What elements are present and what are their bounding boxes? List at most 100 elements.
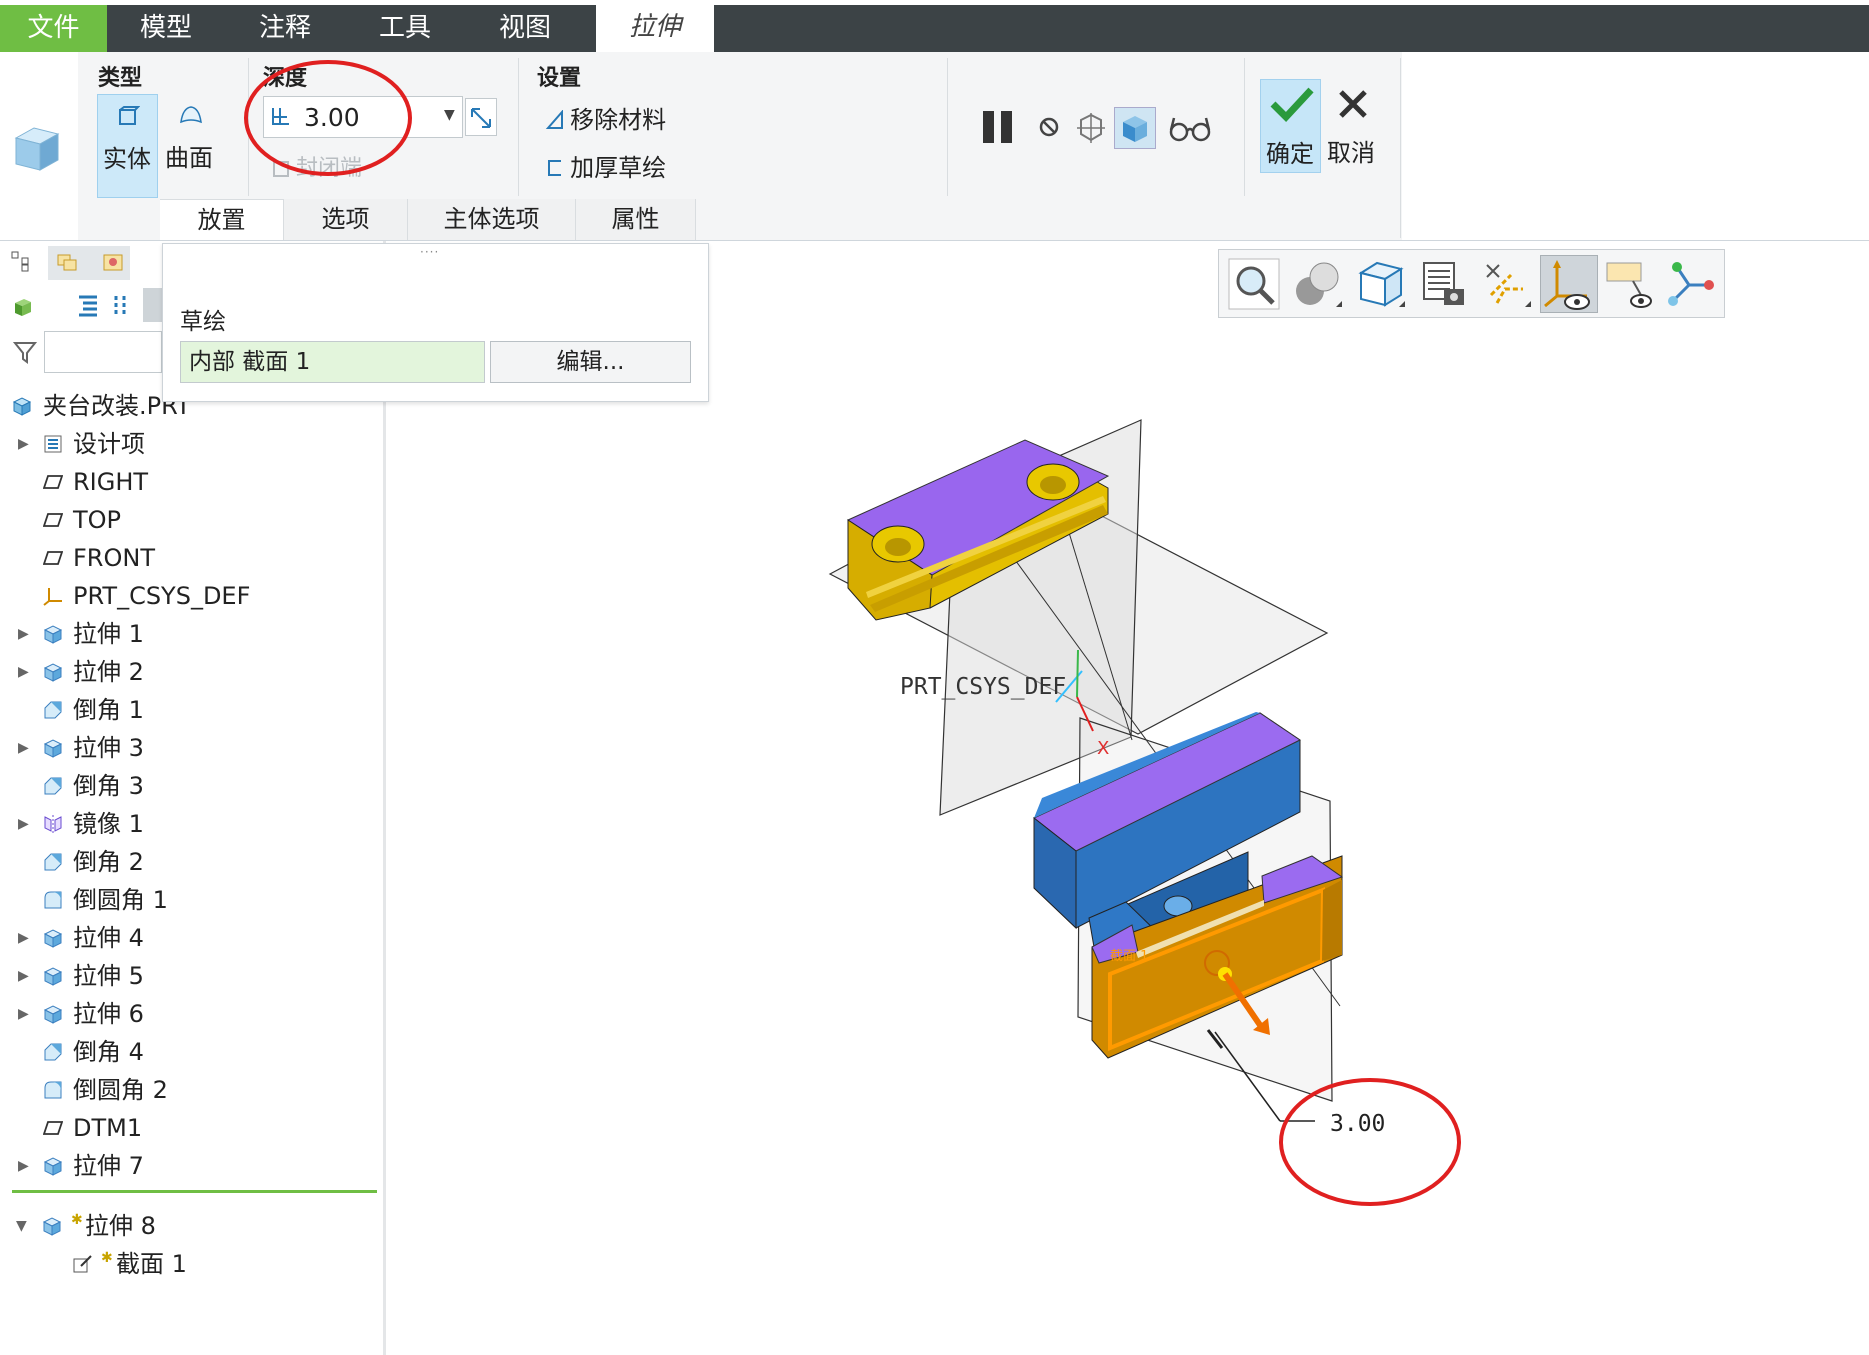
tree-item--4[interactable]: ▶ 拉伸 4: [0, 920, 380, 956]
tab-annotate[interactable]: 注释: [225, 5, 345, 52]
tab-properties[interactable]: 属性: [576, 199, 696, 240]
thicken-sketch-icon: [548, 160, 561, 176]
tree-settings-icon[interactable]: [76, 293, 100, 317]
depth-dimension-label[interactable]: 3.00: [1330, 1111, 1385, 1137]
model-tree-tab-icon[interactable]: [10, 250, 32, 272]
chamfer-icon: [44, 777, 62, 795]
remove-material-option[interactable]: 移除材料: [545, 100, 666, 135]
filter-icon[interactable]: [12, 339, 38, 365]
tree-item--1[interactable]: ▶ 镜像 1: [0, 806, 380, 842]
extrude-icon: [43, 1157, 63, 1176]
pause-button[interactable]: [980, 109, 1016, 145]
tree-item-section[interactable]: ✱ 截面 1: [0, 1246, 380, 1282]
graphics-viewport[interactable]: PRT_CSYS_DEF X 截面 1 3.00: [389, 241, 1869, 1355]
tree-item--2[interactable]: 倒圆角 2: [0, 1072, 380, 1108]
expand-arrow-icon[interactable]: ▶: [18, 1148, 32, 1184]
cube-icon: [1358, 261, 1405, 307]
datum-display-filters-button[interactable]: [1477, 255, 1535, 313]
no-preview-icon: [1039, 117, 1059, 137]
expand-arrow-icon[interactable]: ▶: [18, 616, 32, 652]
edit-sketch-button[interactable]: 编辑...: [490, 341, 691, 383]
csys-display-button[interactable]: [1540, 255, 1598, 313]
folder-browser-icon[interactable]: [55, 250, 79, 274]
settings-group-title: 设置: [537, 66, 582, 91]
expand-arrow-icon[interactable]: ▶: [18, 806, 32, 842]
flip-arrow-icon: [471, 108, 491, 128]
design-items-icon: [44, 435, 62, 453]
tree-item-label: 倒圆角 2: [73, 1076, 168, 1104]
thicken-sketch-option[interactable]: 加厚草绘: [545, 148, 666, 183]
glasses-icon: [1169, 117, 1211, 142]
chevron-down-icon[interactable]: ▼: [444, 107, 455, 123]
collapse-arrow-icon[interactable]: ▼: [16, 1208, 30, 1244]
solid-button[interactable]: 实体: [97, 94, 158, 198]
expand-arrow-icon[interactable]: ▶: [18, 654, 32, 690]
thicken-sketch-label: 加厚草绘: [570, 154, 667, 182]
tab-view[interactable]: 视图: [465, 5, 585, 52]
tree-item-front[interactable]: FRONT: [0, 540, 380, 576]
expand-arrow-icon[interactable]: ▶: [18, 958, 32, 994]
annotation-display-button[interactable]: [1603, 255, 1661, 313]
refit-view-button[interactable]: [1225, 255, 1283, 313]
tree-item--4[interactable]: 倒角 4: [0, 1034, 380, 1070]
tab-tools[interactable]: 工具: [345, 5, 465, 52]
verify-mode-button[interactable]: [1114, 107, 1156, 149]
saved-orientations-button[interactable]: [1351, 255, 1409, 313]
tab-body-options[interactable]: 主体选项: [408, 199, 576, 240]
spin-center-button[interactable]: [1663, 255, 1721, 313]
solid-icon: [119, 106, 140, 125]
extrude-icon: [43, 1005, 63, 1024]
tree-item--2[interactable]: 倒角 2: [0, 844, 380, 880]
tree-layout-icon[interactable]: [143, 288, 163, 322]
tree-item-label: 拉伸 2: [73, 658, 144, 686]
tree-columns-icon[interactable]: [113, 293, 129, 317]
expand-arrow-icon[interactable]: ▶: [18, 996, 32, 1032]
tree-item--6[interactable]: ▶ 拉伸 6: [0, 996, 380, 1032]
tree-item--1[interactable]: ▶ 拉伸 1: [0, 616, 380, 652]
tree-item--1[interactable]: 倒角 1: [0, 692, 380, 728]
verify-preview-icon: [1123, 116, 1147, 142]
view-manager-button[interactable]: [1414, 255, 1472, 313]
favorites-icon[interactable]: [101, 250, 125, 274]
panel-grip[interactable]: ····: [420, 245, 439, 259]
expand-arrow-icon[interactable]: ▶: [18, 426, 32, 462]
cancel-button[interactable]: 取消: [1322, 79, 1383, 173]
tree-item--3[interactable]: 倒角 3: [0, 768, 380, 804]
expand-arrow-icon[interactable]: ▶: [18, 920, 32, 956]
tab-file[interactable]: 文件: [0, 5, 107, 52]
tab-model[interactable]: 模型: [107, 5, 225, 52]
confirm-button[interactable]: 确定: [1260, 79, 1321, 173]
display-style-button[interactable]: [1288, 255, 1346, 313]
tree-item-active-feature[interactable]: ▼ ✱ 拉伸 8: [0, 1208, 380, 1244]
tree-item-top[interactable]: TOP: [0, 502, 380, 538]
insert-here-marker[interactable]: [12, 1190, 377, 1193]
no-preview-button[interactable]: [1037, 115, 1063, 141]
attached-preview-button[interactable]: [1073, 110, 1109, 146]
tree-item-dtm1[interactable]: DTM1: [0, 1110, 380, 1146]
tab-options[interactable]: 选项: [284, 199, 408, 240]
show-icon[interactable]: [12, 296, 34, 318]
plane-icon: [43, 551, 63, 565]
shaded-sphere-icon: [1296, 262, 1342, 307]
tree-item-prt-csys-def[interactable]: PRT_CSYS_DEF: [0, 578, 380, 614]
tree-item--3[interactable]: ▶ 拉伸 3: [0, 730, 380, 766]
tab-placement[interactable]: 放置: [160, 199, 284, 240]
sketch-collector-field[interactable]: 内部 截面 1: [180, 341, 485, 383]
magnifier-icon: [1228, 258, 1280, 310]
tree-item--7[interactable]: ▶ 拉伸 7: [0, 1148, 380, 1184]
tree-item--1[interactable]: 倒圆角 1: [0, 882, 380, 918]
tree-item-label: RIGHT: [73, 468, 149, 496]
tree-item--5[interactable]: ▶ 拉伸 5: [0, 958, 380, 994]
tree-item--[interactable]: ▶ 设计项: [0, 426, 380, 462]
expand-arrow-icon[interactable]: ▶: [18, 730, 32, 766]
surface-button[interactable]: 曲面: [160, 94, 221, 198]
tree-item-right[interactable]: RIGHT: [0, 464, 380, 500]
flip-direction-button[interactable]: [465, 98, 497, 136]
round-icon: [44, 1081, 62, 1099]
tree-item--2[interactable]: ▶ 拉伸 2: [0, 654, 380, 690]
tab-extrude[interactable]: 拉伸: [596, 4, 714, 53]
tree-search-input[interactable]: [44, 331, 162, 373]
glasses-preview-button[interactable]: [1168, 114, 1212, 144]
extrude-icon: [43, 625, 63, 644]
new-feature-star-icon: ✱: [71, 1212, 83, 1228]
